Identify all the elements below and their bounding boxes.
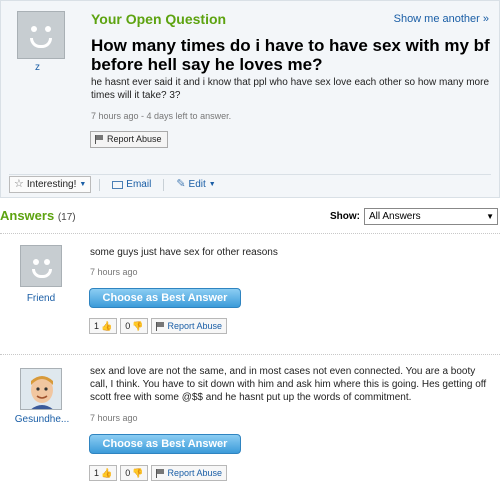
- answer-text: some guys just have sex for other reason…: [90, 247, 278, 258]
- mail-icon: [112, 180, 124, 189]
- question-body: he hasnt ever said it and i know that pp…: [91, 77, 490, 101]
- thumbs-down-button[interactable]: 0 👎: [120, 465, 149, 481]
- answer-divider: [0, 354, 500, 355]
- thumbs-up-icon: 👍: [101, 467, 113, 478]
- answers-count: (17): [57, 212, 76, 223]
- edit-label: Edit: [188, 179, 206, 190]
- vote-row: 1 👍 0 👎 Report Abuse: [89, 465, 228, 481]
- email-label: Email: [126, 179, 152, 190]
- report-abuse-button[interactable]: Report Abuse: [151, 318, 228, 334]
- answer-divider: [0, 233, 500, 234]
- answer-time: 7 hours ago: [90, 413, 138, 423]
- question-title: How many times do i have to have sex wit…: [91, 36, 490, 74]
- avatar-eye: [44, 259, 50, 265]
- show-filter-value: All Answers: [369, 211, 421, 222]
- flag-icon: [156, 321, 165, 331]
- chevron-down-icon: ▼: [79, 181, 87, 188]
- report-abuse-label: Report Abuse: [167, 321, 223, 331]
- answerer-name[interactable]: Gesundhe...: [8, 414, 76, 425]
- asker-name[interactable]: z: [35, 62, 40, 73]
- thumbs-up-count: 1: [94, 321, 100, 331]
- answer-time: 7 hours ago: [90, 267, 138, 277]
- edit-button[interactable]: ✎ Edit ▼: [172, 176, 219, 193]
- report-abuse-label: Report Abuse: [107, 134, 162, 144]
- avatar-eye: [33, 259, 39, 265]
- toolbar-divider: [99, 178, 101, 191]
- star-icon: ☆: [14, 178, 24, 190]
- interesting-label: Interesting!: [26, 179, 77, 190]
- avatar-eye: [45, 26, 51, 32]
- avatar-mouth: [30, 38, 52, 48]
- answers-label: Answers: [0, 208, 55, 223]
- pencil-icon: ✎: [176, 178, 186, 190]
- thumbs-down-count: 0: [125, 468, 131, 478]
- thumbs-down-count: 0: [125, 321, 131, 331]
- show-filter-select[interactable]: All Answers ▼: [364, 208, 498, 225]
- chevron-down-icon: ▼: [486, 212, 494, 221]
- email-button[interactable]: Email: [108, 176, 155, 193]
- open-question-label: Your Open Question: [91, 11, 227, 27]
- report-abuse-label: Report Abuse: [167, 468, 223, 478]
- interesting-button[interactable]: ☆ Interesting! ▼: [9, 176, 92, 193]
- answer-text: sex and love are not the same, and in mo…: [90, 366, 487, 403]
- question-meta: 7 hours ago - 4 days left to answer.: [91, 111, 232, 121]
- thumbs-down-icon: 👎: [132, 320, 144, 331]
- show-filter-label: Show:: [330, 211, 360, 222]
- thumbs-up-icon: 👍: [101, 320, 113, 331]
- answerer-avatar[interactable]: [20, 245, 62, 287]
- thumbs-down-icon: 👎: [132, 467, 144, 478]
- show-another-link[interactable]: Show me another »: [394, 13, 489, 25]
- avatar-mouth: [32, 269, 52, 278]
- chevron-down-icon: ▼: [208, 181, 216, 188]
- answerer-avatar[interactable]: [20, 368, 62, 410]
- toolbar-divider: [163, 178, 165, 191]
- flag-icon: [95, 135, 104, 144]
- cartoon-face-icon: [21, 369, 61, 409]
- choose-best-answer-button[interactable]: Choose as Best Answer: [89, 434, 241, 454]
- report-abuse-button[interactable]: Report Abuse: [151, 465, 228, 481]
- answerer-name[interactable]: Friend: [20, 293, 62, 304]
- report-abuse-button[interactable]: Report Abuse: [90, 131, 168, 148]
- thumbs-up-count: 1: [94, 468, 100, 478]
- choose-best-answer-button[interactable]: Choose as Best Answer: [89, 288, 241, 308]
- vote-row: 1 👍 0 👎 Report Abuse: [89, 318, 228, 334]
- thumbs-up-button[interactable]: 1 👍: [89, 465, 118, 481]
- avatar-eye: [31, 26, 37, 32]
- thumbs-down-button[interactable]: 0 👎: [120, 318, 149, 334]
- thumbs-up-button[interactable]: 1 👍: [89, 318, 118, 334]
- asker-avatar[interactable]: [17, 11, 65, 59]
- answers-heading: Answers (17): [0, 208, 76, 223]
- question-toolbar: ☆ Interesting! ▼ Email ✎ Edit ▼: [9, 174, 491, 194]
- flag-icon: [156, 468, 165, 478]
- question-panel: z Your Open Question Show me another » H…: [0, 0, 500, 198]
